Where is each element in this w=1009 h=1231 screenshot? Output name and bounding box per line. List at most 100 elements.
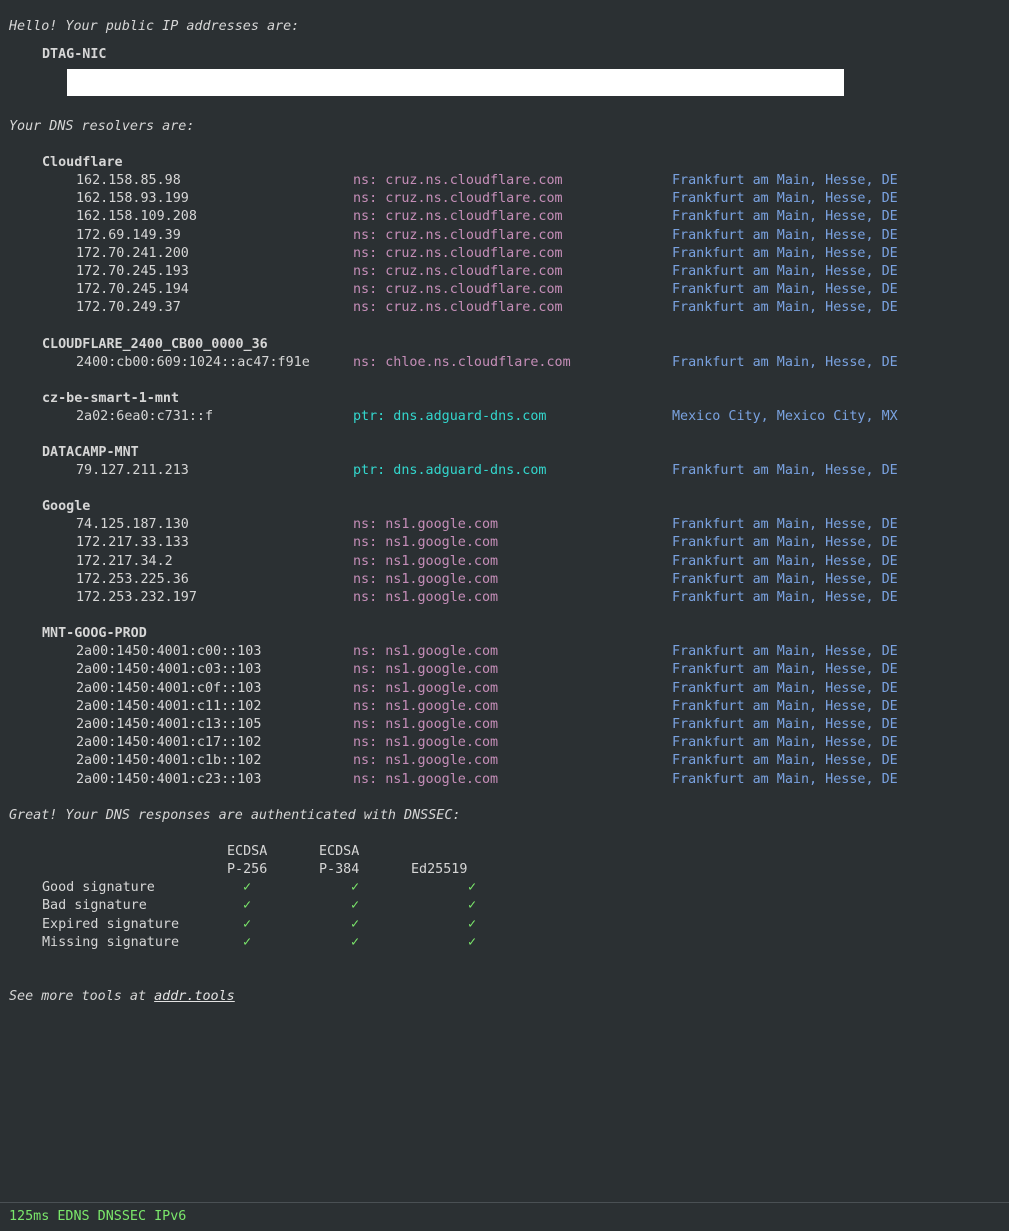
resolver-host: ns: cruz.ns.cloudflare.com: [353, 227, 563, 243]
resolver-row: 2a00:1450:4001:c03::103 ns: ns1.google.co…: [9, 661, 1009, 679]
resolver-host: ns: cruz.ns.cloudflare.com: [353, 264, 563, 280]
dnssec-row: Missing signature ✓ ✓ ✓: [9, 934, 1009, 952]
resolver-row: 2a02:6ea0:c731::f ptr: dns.adguard-dns.co…: [9, 408, 1009, 426]
resolver-row: 162.158.85.98 ns: cruz.ns.cloudflare.com F…: [9, 172, 1009, 190]
resolver-group-name: Cloudflare: [42, 155, 123, 170]
dnssec-row-label: Missing signature: [42, 934, 180, 950]
resolver-host: ns: cruz.ns.cloudflare.com: [353, 245, 563, 261]
resolvers-list: Cloudflare 162.158.85.98 ns: cruz.ns.cloud…: [9, 154, 1009, 789]
resolver-host: ns: cruz.ns.cloudflare.com: [353, 300, 563, 316]
dnssec-column-header: Ed25519: [411, 862, 468, 878]
resolver-row: 2a00:1450:4001:c11::102 ns: ns1.google.co…: [9, 698, 1009, 716]
resolver-ip: 172.70.245.193: [76, 264, 189, 280]
resolver-row: 172.70.241.200 ns: cruz.ns.cloudflare.com…: [9, 245, 1009, 263]
resolver-group-name: CLOUDFLARE_2400_CB00_0000_36: [42, 336, 268, 352]
resolver-row: 172.70.245.194 ns: cruz.ns.cloudflare.com…: [9, 281, 1009, 299]
addr-tools-link[interactable]: addr.tools: [154, 989, 235, 1004]
resolver-row: 2a00:1450:4001:c13::105 ns: ns1.google.co…: [9, 716, 1009, 734]
resolver-location: Frankfurt am Main, Hesse, DE: [672, 535, 898, 551]
resolver-row: 74.125.187.130 ns: ns1.google.com Frankfur…: [9, 516, 1009, 534]
resolver-location: Frankfurt am Main, Hesse, DE: [672, 191, 898, 207]
resolver-group: Cloudflare 162.158.85.98 ns: cruz.ns.cloud…: [9, 154, 1009, 318]
resolver-host: ns: ns1.google.com: [353, 662, 499, 678]
resolver-ip: 172.69.149.39: [76, 227, 181, 243]
resolver-location: Frankfurt am Main, Hesse, DE: [672, 553, 898, 569]
resolver-host: ns: cruz.ns.cloudflare.com: [353, 191, 563, 207]
resolver-row: 172.253.232.197 ns: ns1.google.com Frankfu…: [9, 589, 1009, 607]
resolver-ip: 172.253.225.36: [76, 571, 189, 587]
resolver-location: Frankfurt am Main, Hesse, DE: [672, 209, 898, 225]
resolver-ip: 2a00:1450:4001:c00::103: [76, 644, 262, 660]
resolvers-title: Your DNS resolvers are:: [9, 119, 195, 134]
resolver-group-name: DATACAMP-MNT: [42, 445, 139, 461]
resolver-location: Frankfurt am Main, Hesse, DE: [672, 173, 898, 188]
resolver-ip: 2a00:1450:4001:c13::105: [76, 717, 262, 733]
resolver-row: 2a00:1450:4001:c23::103 ns: ns1.google.co…: [9, 771, 1009, 789]
resolver-host: ns: ns1.google.com: [353, 535, 499, 551]
dnssec-row: Expired signature ✓ ✓ ✓: [9, 916, 1009, 934]
resolver-row: 2400:cb00:609:1024::ac47:f91e ns: chloe.n…: [9, 354, 1009, 372]
resolver-row: 162.158.109.208 ns: cruz.ns.cloudflare.co…: [9, 208, 1009, 226]
resolver-location: Frankfurt am Main, Hesse, DE: [672, 735, 898, 751]
resolver-group: CLOUDFLARE_2400_CB00_0000_36 2400:cb00:60…: [9, 336, 1009, 372]
resolver-row: 2a00:1450:4001:c00::103 ns: ns1.google.co…: [9, 643, 1009, 661]
checkmark-icon: ✓: [468, 898, 477, 914]
resolver-ip: 2a02:6ea0:c731::f: [76, 408, 214, 424]
dnssec-row-label: Expired signature: [42, 916, 180, 932]
resolver-host: ns: ns1.google.com: [353, 771, 499, 787]
resolver-location: Frankfurt am Main, Hesse, DE: [672, 662, 898, 678]
resolver-group: DATACAMP-MNT 79.127.211.213 ptr: dns.adgua…: [9, 444, 1009, 480]
dnssec-header-row: P-256 P-384 Ed25519: [9, 861, 1009, 879]
dnssec-row-label: Bad signature: [42, 898, 147, 914]
resolver-ip: 2a00:1450:4001:c11::102: [76, 698, 262, 714]
resolver-row: 172.217.34.2 ns: ns1.google.com Frankfurt …: [9, 553, 1009, 571]
resolver-location: Frankfurt am Main, Hesse, DE: [672, 753, 898, 769]
resolver-location: Frankfurt am Main, Hesse, DE: [672, 590, 898, 606]
resolver-host: ptr: dns.adguard-dns.com: [353, 408, 547, 424]
checkmark-icon: ✓: [351, 898, 360, 914]
resolver-row: 2a00:1450:4001:c17::102 ns: ns1.google.co…: [9, 734, 1009, 752]
dnssec-table: ECDSA ECDSA P-256 P-384 Ed25519 Good signatur…: [9, 843, 1009, 952]
resolver-ip: 79.127.211.213: [76, 463, 189, 479]
dnssec-column-header: ECDSA: [319, 843, 360, 859]
more-tools-prefix: See more tools at: [9, 989, 155, 1005]
resolver-host: ns: ns1.google.com: [353, 644, 499, 660]
resolver-row: 79.127.211.213 ptr: dns.adguard-dns.com Fr…: [9, 462, 1009, 480]
resolver-host: ns: chloe.ns.cloudflare.com: [353, 354, 571, 370]
resolver-group: MNT-GOOG-PROD 2a00:1450:4001:c00::103 ns: …: [9, 625, 1009, 789]
resolver-host: ns: ns1.google.com: [353, 735, 499, 751]
resolver-location: Frankfurt am Main, Hesse, DE: [672, 717, 898, 733]
dnssec-row: Bad signature ✓ ✓ ✓: [9, 897, 1009, 915]
resolver-ip: 2a00:1450:4001:c0f::103: [76, 680, 262, 696]
resolver-host: ns: cruz.ns.cloudflare.com: [353, 173, 563, 188]
resolver-row: 2a00:1450:4001:c0f::103 ns: ns1.google.co…: [9, 680, 1009, 698]
checkmark-icon: ✓: [351, 916, 360, 932]
resolver-host: ns: ns1.google.com: [353, 680, 499, 696]
intro-text: Hello! Your public IP addresses are:: [9, 19, 300, 34]
checkmark-icon: ✓: [468, 880, 477, 896]
resolver-host: ns: ns1.google.com: [353, 590, 499, 606]
resolver-host: ns: ns1.google.com: [353, 553, 499, 569]
resolver-location: Mexico City, Mexico City, MX: [672, 408, 898, 424]
resolver-group-name: MNT-GOOG-PROD: [42, 626, 147, 642]
checkmark-icon: ✓: [351, 880, 360, 896]
resolver-row: 172.253.225.36 ns: ns1.google.com Frankfur…: [9, 571, 1009, 589]
resolver-location: Frankfurt am Main, Hesse, DE: [672, 354, 898, 370]
resolver-location: Frankfurt am Main, Hesse, DE: [672, 264, 898, 280]
resolver-location: Frankfurt am Main, Hesse, DE: [672, 698, 898, 714]
resolver-ip: 162.158.85.98: [76, 173, 181, 188]
resolver-host: ns: cruz.ns.cloudflare.com: [353, 209, 563, 225]
resolver-row: 172.70.245.193 ns: cruz.ns.cloudflare.com…: [9, 263, 1009, 281]
resolver-ip: 2a00:1450:4001:c17::102: [76, 735, 262, 751]
resolver-row: 172.70.249.37 ns: cruz.ns.cloudflare.com F…: [9, 299, 1009, 317]
dnssec-header-row: ECDSA ECDSA: [9, 843, 1009, 861]
resolver-host: ns: cruz.ns.cloudflare.com: [353, 282, 563, 298]
resolver-row: 172.217.33.133 ns: ns1.google.com Frankfur…: [9, 534, 1009, 552]
dnssec-column-header: ECDSA: [227, 843, 268, 859]
status-bar: 125ms EDNS DNSSEC IPv6: [0, 1202, 1009, 1231]
resolver-location: Frankfurt am Main, Hesse, DE: [672, 571, 898, 587]
dnssec-column-header: [411, 843, 503, 861]
dnssec-row-label: Good signature: [42, 880, 155, 896]
resolver-location: Frankfurt am Main, Hesse, DE: [672, 463, 898, 479]
dnssec-column-header: P-384: [319, 862, 360, 878]
